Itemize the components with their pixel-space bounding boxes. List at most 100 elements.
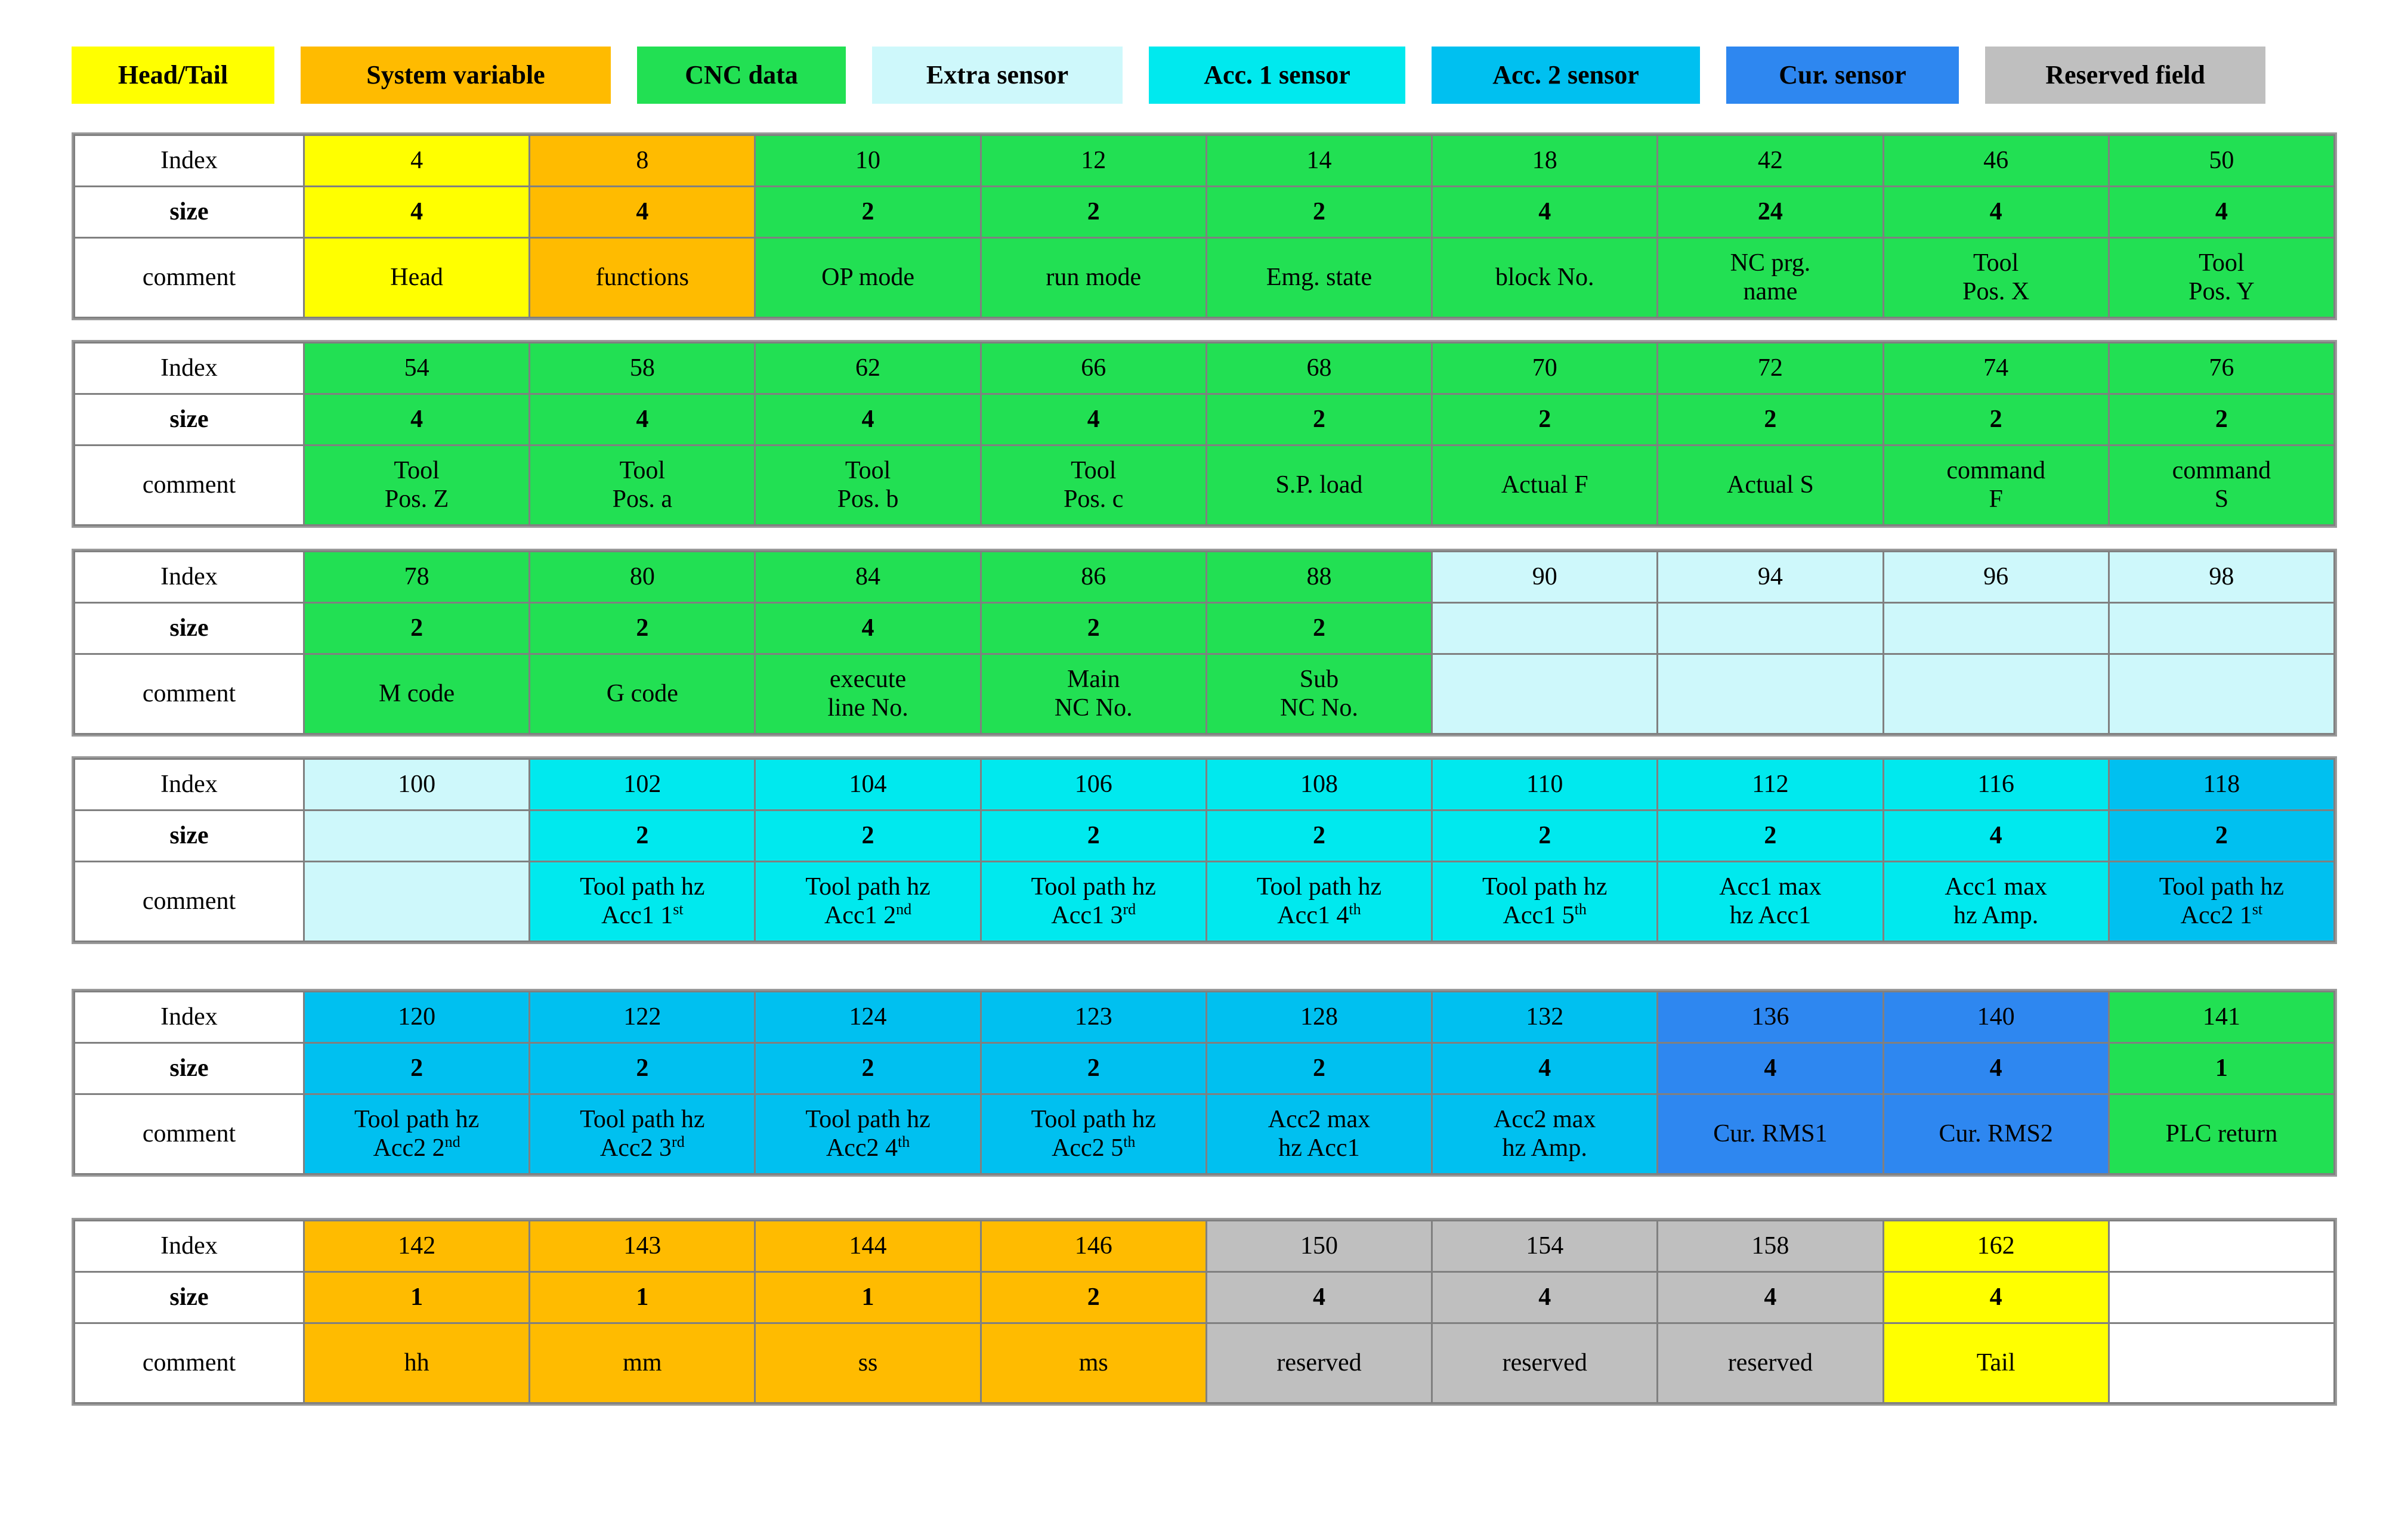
cell-index-66: 66	[979, 342, 1207, 395]
table-row-comment: comment Tool path hz Acc2 2nd Tool path hz A…	[73, 1093, 2336, 1175]
table-row-size: size 2 2 4 2 2	[73, 602, 2336, 655]
cell-size-142: 1	[302, 1271, 531, 1324]
row-label-comment: comment	[73, 1093, 305, 1175]
cell-index-76: 76	[2107, 342, 2336, 395]
table-row-index: Index 142 143 144 146 150 154 158 162	[73, 1220, 2336, 1273]
cell-index-74: 74	[1882, 342, 2110, 395]
cell-index-110: 110	[1431, 758, 1659, 811]
cell-size-110: 2	[1431, 809, 1659, 862]
cell-size-102: 2	[528, 809, 756, 862]
cell-index-94: 94	[1656, 550, 1884, 604]
cell-index-128: 128	[1205, 991, 1433, 1044]
cell-size-8: 4	[528, 185, 756, 239]
cell-index-8: 8	[528, 134, 756, 187]
cell-comment-96	[1882, 653, 2110, 735]
legend-item-label: System variable	[366, 60, 545, 89]
cell-index-162: 162	[1882, 1220, 2110, 1273]
legend-item-acc1: Acc. 1 sensor	[1149, 47, 1405, 104]
cell-comment-136: Cur. RMS1	[1656, 1093, 1884, 1175]
cell-comment-144: ss	[754, 1322, 982, 1404]
cell-size-84: 4	[754, 602, 982, 655]
table-row-size: size 4 4 2 2 2 4 24 4 4	[73, 185, 2336, 239]
cell-comment-68: S.P. load	[1205, 444, 1433, 526]
cell-comment-106: Tool path hz Acc1 3rd	[979, 861, 1207, 942]
cell-size-144: 1	[754, 1271, 982, 1324]
cell-size-96	[1882, 602, 2110, 655]
cell-size-42: 24	[1656, 185, 1884, 239]
cell-comment-54: Tool Pos. Z	[302, 444, 531, 526]
cell-index-106: 106	[979, 758, 1207, 811]
field-table: Index 120 122 124 123 128 132 136 140 141 size 2 2 2 2…	[73, 991, 2336, 1175]
cell-comment-98	[2107, 653, 2336, 735]
cell-size-blank	[2107, 1271, 2336, 1324]
table-block-1: Index 4 8 10 12 14 18 42 46 50 size 4 4 2 2 2 4 24 4 4 comme…	[72, 132, 2337, 320]
cell-size-106: 2	[979, 809, 1207, 862]
cell-index-141: 141	[2107, 991, 2336, 1044]
cell-comment-58: Tool Pos. a	[528, 444, 756, 526]
cell-size-18: 4	[1431, 185, 1659, 239]
table-row-index: Index 78 80 84 86 88 90 94 96 98	[73, 550, 2336, 604]
cell-size-68: 2	[1205, 393, 1433, 446]
cell-size-72: 2	[1656, 393, 1884, 446]
table-row-comment: comment Tool path hz Acc1 1st Tool path hz A…	[73, 861, 2336, 942]
cell-index-70: 70	[1431, 342, 1659, 395]
cell-comment-116: Acc1 max hz Amp.	[1882, 861, 2110, 942]
legend-item-label: Head/Tail	[118, 60, 228, 89]
row-label-comment: comment	[73, 653, 305, 735]
cell-index-62: 62	[754, 342, 982, 395]
table-block-6: Index 142 143 144 146 150 154 158 162 size 1 1 1 2 4 4 4…	[72, 1218, 2337, 1406]
legend-item-label: Acc. 1 sensor	[1204, 60, 1350, 89]
cell-size-140: 4	[1882, 1042, 2110, 1095]
row-label-index: Index	[73, 342, 305, 395]
cell-index-4: 4	[302, 134, 531, 187]
row-label-size: size	[73, 809, 305, 862]
cell-comment-100	[302, 861, 531, 942]
row-label-size: size	[73, 1042, 305, 1095]
cell-size-46: 4	[1882, 185, 2110, 239]
cell-index-120: 120	[302, 991, 531, 1044]
cell-index-86: 86	[979, 550, 1207, 604]
cell-size-158: 4	[1656, 1271, 1884, 1324]
table-row-comment: comment hh mm ss ms reserved reserved reserved T…	[73, 1322, 2336, 1404]
cell-index-68: 68	[1205, 342, 1433, 395]
cell-index-112: 112	[1656, 758, 1884, 811]
table-row-size: size 2 2 2 2 2 2 4 2	[73, 809, 2336, 862]
cell-comment-4: Head	[302, 237, 531, 318]
table-row-index: Index 4 8 10 12 14 18 42 46 50	[73, 134, 2336, 187]
cell-comment-102: Tool path hz Acc1 1st	[528, 861, 756, 942]
cell-size-136: 4	[1656, 1042, 1884, 1095]
legend-item-head: Head/Tail	[72, 47, 274, 104]
cell-size-118: 2	[2107, 809, 2336, 862]
cell-size-132: 4	[1431, 1042, 1659, 1095]
cell-comment-122: Tool path hz Acc2 3rd	[528, 1093, 756, 1175]
legend-item-acc2: Acc. 2 sensor	[1432, 47, 1700, 104]
cell-size-141: 1	[2107, 1042, 2336, 1095]
cell-index-18: 18	[1431, 134, 1659, 187]
table-row-index: Index 54 58 62 66 68 70 72 74 76	[73, 342, 2336, 395]
cell-size-146: 2	[979, 1271, 1207, 1324]
cell-comment-70: Actual F	[1431, 444, 1659, 526]
cell-size-10: 2	[754, 185, 982, 239]
cell-comment-72: Actual S	[1656, 444, 1884, 526]
legend: Head/Tail System variable CNC data Extra se…	[72, 47, 2292, 104]
cell-size-120: 2	[302, 1042, 531, 1095]
table-row-comment: comment M code G code execute line No. Main NC…	[73, 653, 2336, 735]
cell-comment-12: run mode	[979, 237, 1207, 318]
cell-comment-118: Tool path hz Acc2 1st	[2107, 861, 2336, 942]
cell-index-84: 84	[754, 550, 982, 604]
table-row-size: size 1 1 1 2 4 4 4 4	[73, 1271, 2336, 1324]
cell-size-104: 2	[754, 809, 982, 862]
table-block-2: Index 54 58 62 66 68 70 72 74 76 size 4 4 4 4 2 2 2 2 2 comm…	[72, 340, 2337, 528]
legend-item-cnc: CNC data	[637, 47, 846, 104]
legend-item-label: Cur. sensor	[1779, 60, 1906, 89]
cell-comment-150: reserved	[1205, 1322, 1433, 1404]
cell-comment-128: Acc2 max hz Acc1	[1205, 1093, 1433, 1175]
row-label-index: Index	[73, 1220, 305, 1273]
table-row-size: size 4 4 4 4 2 2 2 2 2	[73, 393, 2336, 446]
cell-index-132: 132	[1431, 991, 1659, 1044]
cell-size-58: 4	[528, 393, 756, 446]
row-label-size: size	[73, 393, 305, 446]
row-label-size: size	[73, 1271, 305, 1324]
field-table: Index 4 8 10 12 14 18 42 46 50 size 4 4 2 2 2 4 24 4 4 comme…	[73, 134, 2336, 318]
cell-size-116: 4	[1882, 809, 2110, 862]
